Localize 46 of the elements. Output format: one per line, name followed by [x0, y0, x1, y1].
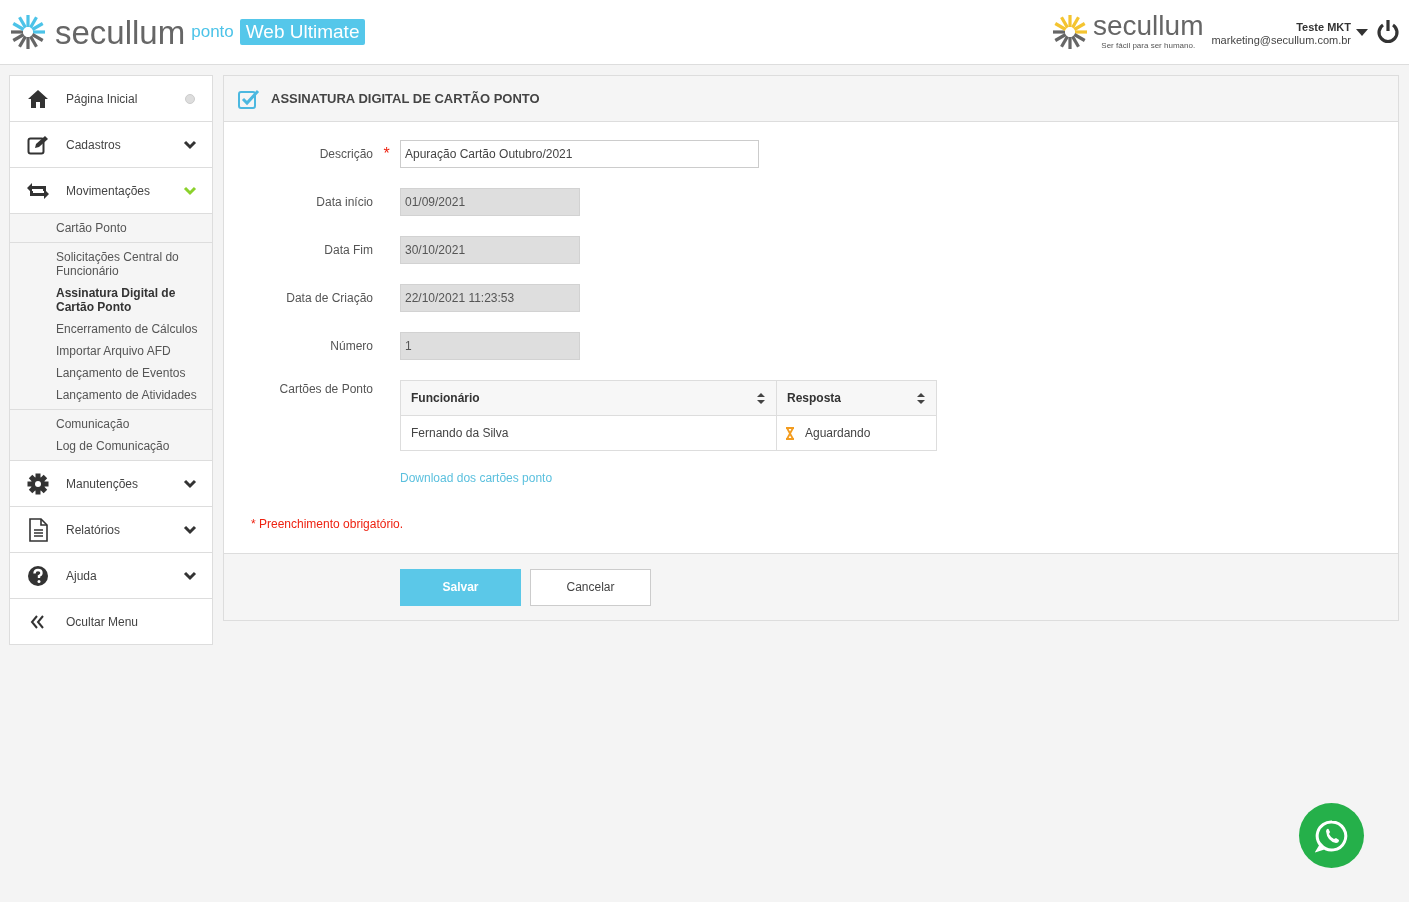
edit-icon	[27, 134, 49, 155]
field-label: Descrição	[318, 146, 373, 163]
field-label: Data início	[315, 194, 373, 211]
edition-badge: Web Ultimate	[239, 19, 366, 45]
document-icon	[28, 517, 48, 542]
user-name: Teste MKT	[1296, 21, 1351, 34]
help-icon	[27, 564, 49, 587]
gear-icon	[27, 472, 49, 495]
submenu-item[interactable]: Assinatura Digital de Cartão Ponto	[10, 282, 212, 318]
double-chevron-left-icon	[30, 614, 46, 629]
chat-phone-icon	[1314, 818, 1349, 853]
submenu-item[interactable]: Comunicação	[10, 413, 212, 435]
column-header: Resposta	[787, 390, 842, 407]
submenu-item[interactable]: Lançamento de Eventos	[10, 362, 212, 384]
logo-icon	[1050, 13, 1089, 51]
field-label: Data de Criação	[285, 290, 373, 307]
swap-arrows-icon	[26, 181, 50, 200]
table-cell: Fernando da Silva	[400, 415, 777, 451]
text-field[interactable]: Apuração Cartão Outubro/2021	[400, 140, 759, 168]
power-icon[interactable]	[1376, 19, 1400, 45]
status-text: Aguardando	[805, 425, 871, 442]
checkbox-checked-icon	[238, 88, 260, 109]
column-header: Funcionário	[411, 390, 480, 407]
submenu-item[interactable]: Importar Arquivo AFD	[10, 340, 212, 362]
field-label: Número	[329, 338, 373, 355]
submenu-item[interactable]: Lançamento de Atividades	[10, 384, 212, 406]
product-name: ponto	[191, 21, 234, 44]
field-label: Cartões de Ponto	[278, 381, 373, 398]
sort-icon[interactable]	[756, 391, 766, 405]
required-asterisk: *	[383, 145, 390, 162]
cancel-button[interactable]: Cancelar	[530, 568, 651, 606]
submenu-item[interactable]: Log de Comunicação	[10, 435, 212, 457]
panel-title: ASSINATURA DIGITAL DE CARTÃO PONTO	[271, 89, 540, 108]
brand-logo-text: secullum	[55, 15, 186, 49]
field-label: Data Fim	[323, 242, 373, 259]
logo-tagline: Ser fácil para ser humano.	[1101, 40, 1196, 52]
home-icon	[27, 88, 49, 109]
logo-icon	[9, 13, 47, 51]
hourglass-icon	[785, 426, 795, 440]
required-note: * Preenchimento obrigatório.	[251, 516, 404, 533]
sort-icon[interactable]	[916, 391, 926, 405]
partner-logo-text: secullum	[1092, 12, 1204, 40]
submenu-item[interactable]: Encerramento de Cálculos	[10, 318, 212, 340]
caret-down-icon[interactable]	[1356, 28, 1368, 36]
submenu-item[interactable]: Solicitações Central do Funcionário	[10, 246, 212, 282]
user-email: marketing@secullum.com.br	[1211, 34, 1351, 47]
